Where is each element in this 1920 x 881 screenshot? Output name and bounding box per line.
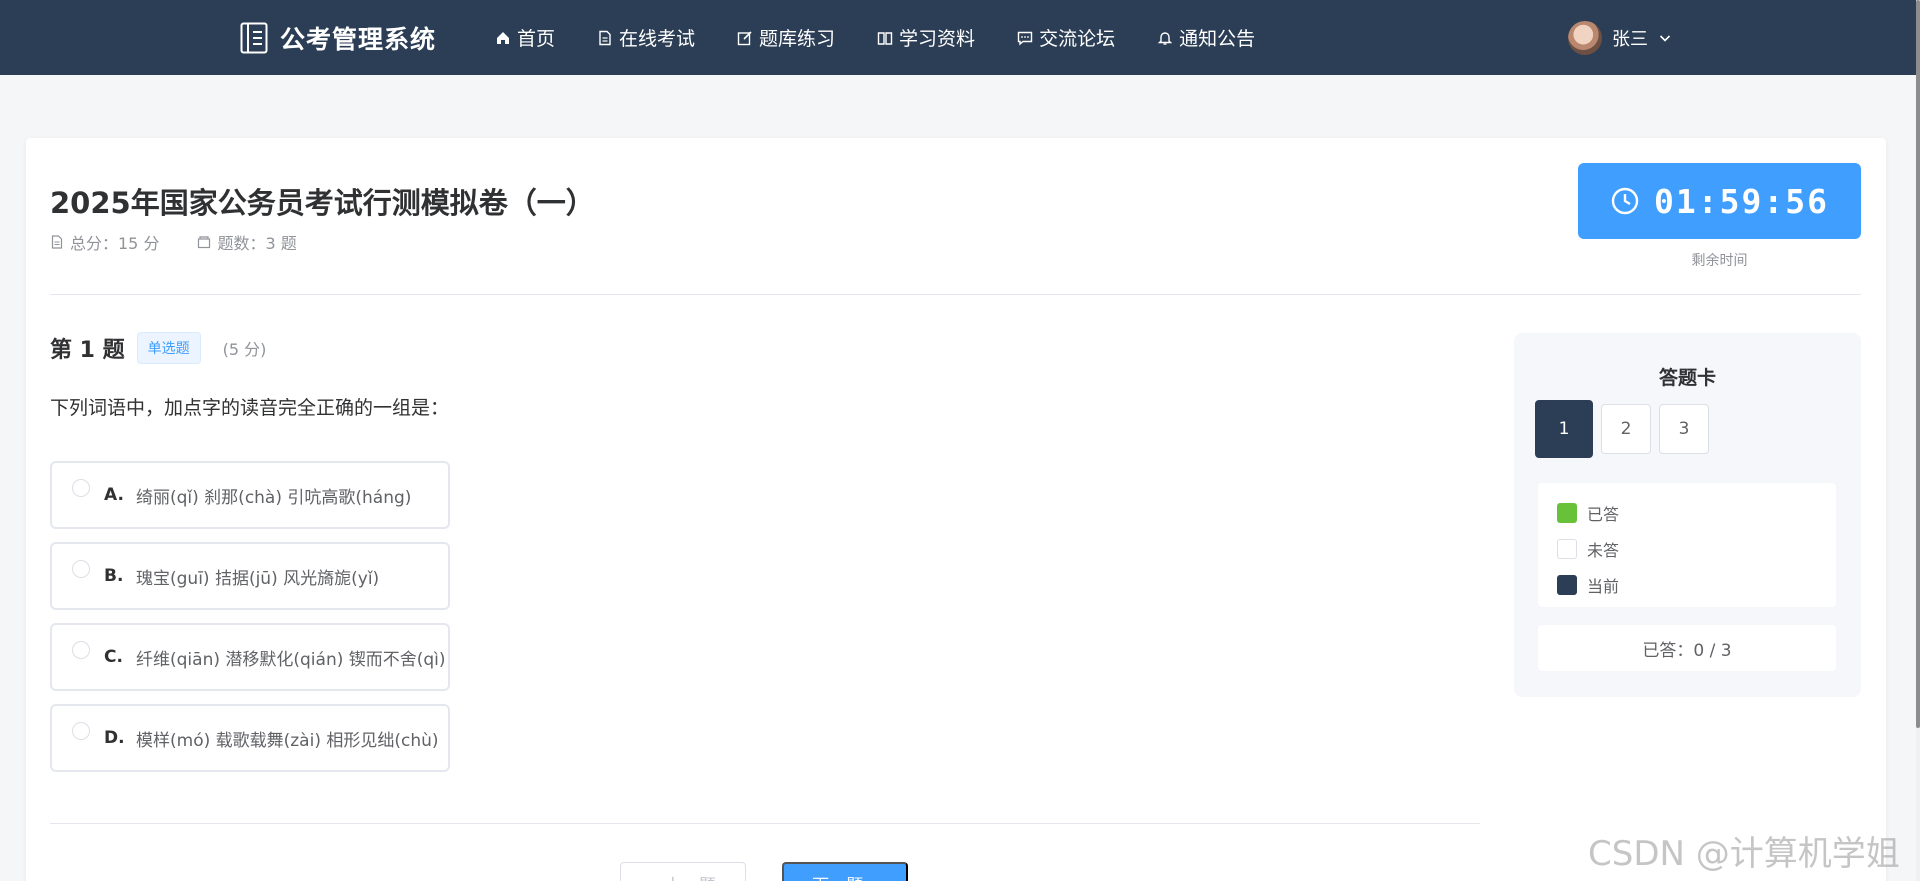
nav-label: 在线考试 (619, 28, 696, 50)
option-list: A. 绮丽(qǐ) 刹那(chà) 引吭高歌(háng) B. 瑰宝(guī) … (50, 461, 450, 785)
nav-item-materials[interactable]: 学习资料 (877, 24, 975, 51)
question-type-tag: 单选题 (136, 332, 201, 364)
timer-value: 01:59:56 (1654, 181, 1829, 221)
option-letter: B. (104, 566, 124, 586)
exam-meta: 总分：15 分 题数：3 题 (50, 230, 297, 254)
option-text: 绮丽(qǐ) 刹那(chà) 引吭高歌(háng) (136, 487, 412, 508)
watermark: CSDN @计算机学姐 (1588, 834, 1900, 874)
question-cell-1[interactable]: 1 (1535, 400, 1593, 458)
answered-progress: 已答：0 / 3 (1538, 625, 1836, 671)
question-cell-2[interactable]: 2 (1601, 404, 1651, 454)
question-header: 第 1 题 单选题 (5 分) (50, 332, 266, 364)
question-count-text: 题数：3 题 (217, 234, 297, 253)
nav-label: 通知公告 (1179, 28, 1256, 50)
app-title: 公考管理系统 (280, 25, 437, 54)
divider (50, 823, 1480, 824)
legend-answered: 已答 (1557, 501, 1836, 525)
prev-question-button[interactable]: < 上一题 (620, 862, 746, 881)
option-a[interactable]: A. 绮丽(qǐ) 刹那(chà) 引吭高歌(háng) (50, 461, 450, 529)
question-grid: 1 2 3 (1535, 400, 1709, 458)
radio-button[interactable] (72, 641, 90, 659)
chat-icon (1017, 31, 1033, 45)
radio-button[interactable] (72, 560, 90, 578)
legend-label: 未答 (1587, 541, 1620, 560)
status-legend: 已答 未答 当前 (1538, 483, 1836, 607)
user-name: 张三 (1612, 29, 1648, 50)
option-letter: D. (104, 728, 125, 748)
answer-sheet-title: 答题卡 (1658, 367, 1716, 389)
option-letter: A. (104, 485, 124, 505)
document-icon (51, 235, 63, 249)
nav-item-online-exam[interactable]: 在线考试 (597, 24, 695, 51)
scrollbar-thumb[interactable] (1916, 0, 1920, 728)
legend-label: 当前 (1587, 577, 1620, 596)
exam-card: 2025年国家公务员考试行测模拟卷（一） 总分：15 分 题数：3 题 01:5… (26, 138, 1886, 881)
chevron-down-icon (1659, 35, 1671, 42)
option-letter: C. (104, 647, 123, 667)
legend-unanswered: 未答 (1557, 537, 1836, 561)
nav-item-practice[interactable]: 题库练习 (737, 24, 835, 51)
legend-label: 已答 (1587, 505, 1620, 524)
document-icon (599, 30, 611, 45)
answer-sheet: 答题卡 1 2 3 已答 未答 当前 已答：0 / 3 (1514, 333, 1861, 697)
timer-label: 剩余时间 (1691, 253, 1748, 269)
scrollbar[interactable] (1916, 0, 1920, 881)
question-score: (5 分) (222, 340, 267, 359)
notebook-icon (240, 22, 268, 54)
nav-label: 交流论坛 (1039, 28, 1116, 50)
home-icon (497, 31, 509, 44)
nav-label: 学习资料 (899, 28, 976, 50)
nav-item-notices[interactable]: 通知公告 (1157, 24, 1255, 51)
total-score-text: 总分：15 分 (70, 234, 160, 253)
edit-icon (737, 30, 752, 45)
divider (50, 294, 1861, 295)
clock-icon (1611, 187, 1639, 215)
option-c[interactable]: C. 纤维(qiān) 潜移默化(qián) 锲而不舍(qì) (50, 623, 450, 691)
nav-item-home[interactable]: 首页 (495, 24, 555, 51)
top-nav: 公考管理系统 首页 在线考试 题库练习 学习资料 交流论坛 通知公告 张三 (0, 0, 1916, 75)
option-d[interactable]: D. 模样(mó) 载歌载舞(zài) 相形见绌(chù) (50, 704, 450, 772)
legend-swatch (1557, 539, 1577, 559)
box-icon (198, 236, 211, 249)
bell-icon (1157, 31, 1173, 45)
option-text: 瑰宝(guī) 拮据(jū) 风光旖旎(yǐ) (136, 568, 380, 589)
nav-menu: 首页 在线考试 题库练习 学习资料 交流论坛 通知公告 (495, 0, 1297, 75)
next-question-button[interactable]: 下一题 > (782, 862, 908, 881)
radio-button[interactable] (72, 479, 90, 497)
book-icon (877, 31, 893, 45)
option-text: 纤维(qiān) 潜移默化(qián) 锲而不舍(qì) (136, 649, 446, 670)
nav-label: 首页 (517, 28, 556, 50)
exam-title: 2025年国家公务员考试行测模拟卷（一） (50, 186, 595, 220)
countdown-timer: 01:59:56 (1578, 163, 1861, 239)
option-text: 模样(mó) 载歌载舞(zài) 相形见绌(chù) (136, 730, 439, 751)
avatar (1568, 21, 1602, 55)
question-cell-3[interactable]: 3 (1659, 404, 1709, 454)
radio-button[interactable] (72, 722, 90, 740)
nav-item-forum[interactable]: 交流论坛 (1017, 24, 1115, 51)
total-score: 总分：15 分 (50, 230, 159, 254)
brand[interactable]: 公考管理系统 (240, 20, 436, 56)
question-text: 下列词语中，加点字的读音完全正确的一组是： (50, 397, 450, 419)
legend-swatch (1557, 575, 1577, 595)
user-menu[interactable]: 张三 (1568, 20, 1672, 56)
question-number: 第 1 题 (50, 338, 125, 363)
option-b[interactable]: B. 瑰宝(guī) 拮据(jū) 风光旖旎(yǐ) (50, 542, 450, 610)
legend-current: 当前 (1557, 573, 1836, 597)
nav-label: 题库练习 (759, 28, 836, 50)
legend-swatch (1557, 503, 1577, 523)
question-count: 题数：3 题 (197, 230, 297, 254)
